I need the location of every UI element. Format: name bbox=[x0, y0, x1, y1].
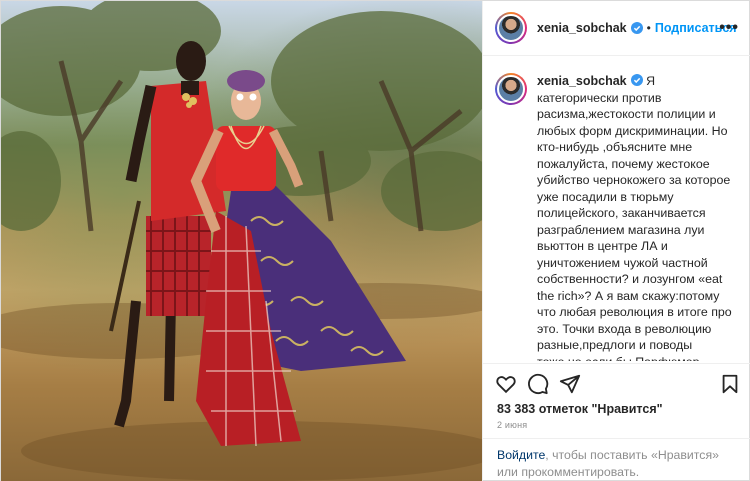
verified-badge-icon bbox=[630, 74, 643, 86]
caption-text: Я категорически против расизма,жестокост… bbox=[537, 74, 732, 361]
instagram-post: xenia_sobchak • Подписаться ••• xenia_so… bbox=[0, 0, 750, 481]
post-header: xenia_sobchak • Подписаться ••• bbox=[483, 1, 750, 56]
more-options-icon[interactable]: ••• bbox=[719, 19, 739, 37]
photo-illustration bbox=[1, 1, 482, 481]
avatar[interactable] bbox=[495, 12, 527, 44]
login-prompt: Войдите, чтобы поставить «Нравится» или … bbox=[483, 438, 750, 481]
comments-area: xenia_sobchak Я категорически против рас… bbox=[483, 57, 750, 361]
login-link[interactable]: Войдите bbox=[497, 448, 545, 462]
verified-badge-icon bbox=[630, 22, 643, 34]
likes-count[interactable]: 83 383 отметок "Нравится" bbox=[497, 402, 663, 416]
action-bar bbox=[483, 363, 750, 401]
username-link[interactable]: xenia_sobchak bbox=[537, 21, 627, 35]
heart-icon[interactable] bbox=[495, 373, 517, 395]
post-side-panel: xenia_sobchak • Подписаться ••• xenia_so… bbox=[482, 1, 750, 481]
caption: xenia_sobchak Я категорически против рас… bbox=[537, 73, 739, 361]
post-date[interactable]: 2 июня bbox=[497, 420, 527, 430]
comment-icon[interactable] bbox=[527, 373, 549, 395]
caption-username[interactable]: xenia_sobchak bbox=[537, 74, 627, 88]
post-photo[interactable] bbox=[1, 1, 482, 481]
bookmark-icon[interactable] bbox=[719, 373, 741, 395]
share-icon[interactable] bbox=[559, 373, 581, 395]
caption-avatar[interactable] bbox=[495, 73, 527, 105]
separator-dot: • bbox=[646, 21, 651, 35]
